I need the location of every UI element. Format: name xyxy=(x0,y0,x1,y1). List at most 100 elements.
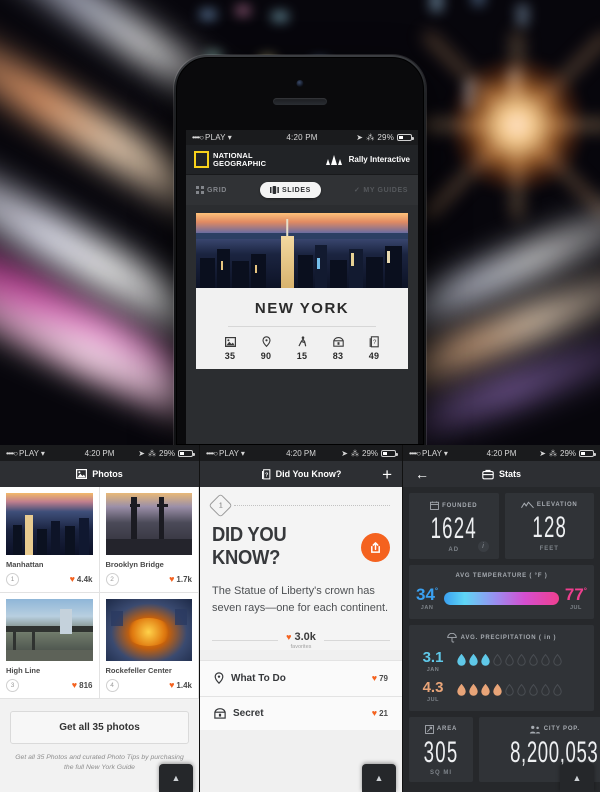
precip-drop-icon xyxy=(541,653,550,668)
briefcase-icon xyxy=(482,469,494,479)
precip-jul-value: 4.3 xyxy=(422,678,444,696)
chest-icon xyxy=(214,708,226,719)
card-question-icon: ? xyxy=(261,468,271,479)
chest-icon xyxy=(320,335,356,348)
carrier-label: PLAY xyxy=(422,448,442,458)
row-label: What To Do xyxy=(231,673,286,685)
city-stat-walks[interactable]: 15 xyxy=(284,335,320,361)
walk-icon xyxy=(284,335,320,348)
temp-low-month: JAN xyxy=(420,604,434,611)
stat-area: AREA 305 SQ MI xyxy=(409,716,474,782)
list-item[interactable]: High Line 3 ♥ 816 xyxy=(0,593,100,699)
card-question-icon: ? xyxy=(356,335,392,348)
did-you-know-screen: ••••○ PLAY ▾ 4:20 PM ➤ ⁂ 29% ? Did You K… xyxy=(199,445,403,792)
city-stat-photos[interactable]: 35 xyxy=(212,335,248,361)
list-item[interactable]: Rockefeller Center 4 ♥ 1.4k xyxy=(99,593,199,699)
signal-dots: ••••○ xyxy=(6,448,18,458)
battery-percent: 29% xyxy=(560,448,577,458)
city-stat-places[interactable]: 90 xyxy=(248,335,284,361)
row-label: Secret xyxy=(233,708,264,720)
precip-drop-icon xyxy=(517,683,526,698)
favorites-count: ♥ 1.7k xyxy=(169,574,192,585)
stats-body: FOUNDED 1624 AD i ELEVATION 128 FEET AVG… xyxy=(403,487,600,788)
scroll-to-top-button[interactable]: ▲ xyxy=(159,764,193,792)
location-arrow-icon: ➤ xyxy=(356,133,364,142)
city-hero-photo xyxy=(196,213,408,288)
photo-thumbnail xyxy=(105,493,192,555)
photo-icon xyxy=(212,335,248,348)
dyk-navbar: ? Did You Know? + xyxy=(200,461,402,487)
divider xyxy=(228,326,376,327)
photo-index: 4 xyxy=(105,679,119,692)
carrier-label: PLAY xyxy=(19,448,39,458)
area-icon xyxy=(425,724,434,734)
info-icon[interactable]: i xyxy=(477,540,489,552)
segment-grid-label: GRID xyxy=(207,186,227,194)
clock-label: 4:20 PM xyxy=(286,448,316,458)
umbrella-icon xyxy=(446,632,457,643)
scroll-to-top-button[interactable]: ▲ xyxy=(362,764,396,792)
photo-thumbnail xyxy=(6,599,93,661)
screenshot-root: ••••○ PLAY ▾ 4:20 PM ➤ ⁂ 29% NATIONAL GE… xyxy=(0,0,600,792)
temp-low: 34° xyxy=(416,584,439,604)
empire-state-building xyxy=(280,236,294,288)
dyk-nav-title: Did You Know? xyxy=(275,469,342,479)
ios-status-bar: ••••○ PLAY ▾ 4:20 PM ➤ ⁂ 29% xyxy=(186,130,418,145)
trees-icon xyxy=(325,154,342,165)
precip-drop-icon xyxy=(517,653,526,668)
stat-temperature: AVG TEMPERATURE ( °F ) 34° JAN 77° JUL xyxy=(409,564,594,619)
brand-line-2: GEOGRAPHIC xyxy=(213,158,267,168)
photo-thumbnail xyxy=(105,599,192,661)
shield-icon: ♥ xyxy=(169,574,175,584)
battery-icon xyxy=(579,449,597,457)
favorites-count: ♥ 4.4k xyxy=(70,575,93,585)
back-arrow-icon[interactable]: ← xyxy=(415,467,429,481)
photos-status-bar: ••••○ PLAY ▾ 4:20 PM ➤ ⁂ 29% xyxy=(0,445,199,461)
city-slide-card[interactable]: NEW YORK 35 90 15 83 ? 49 xyxy=(186,205,418,369)
carrier-label: PLAY xyxy=(205,133,226,142)
national-geographic-logo: NATIONAL GEOGRAPHIC xyxy=(194,151,266,168)
list-item[interactable]: Brooklyn Bridge 2 ♥ 1.7k xyxy=(99,487,199,593)
precip-drop-icon xyxy=(529,653,538,668)
city-stat-facts[interactable]: ? 49 xyxy=(356,335,392,361)
view-mode-segmented-control: GRID SLIDES ✓ MY GUIDES xyxy=(186,175,418,205)
dyk-heading: DID YOU KNOW? xyxy=(212,524,287,569)
shield-icon: ♥ xyxy=(286,631,292,642)
photo-title: Rockefeller Center xyxy=(105,666,172,675)
favorites-count: ♥ 1.4k xyxy=(169,681,192,691)
list-item-secret[interactable]: Secret ♥ 21 xyxy=(200,696,402,731)
row-count: 21 xyxy=(379,709,388,719)
get-all-photos-button[interactable]: Get all 35 photos xyxy=(10,711,189,744)
segment-grid[interactable]: GRID xyxy=(196,186,227,194)
photo-title: Manhattan xyxy=(6,560,44,569)
precip-drop-icon xyxy=(469,683,478,698)
clock-label: 4:20 PM xyxy=(84,448,115,458)
iphone-device: ••••○ PLAY ▾ 4:20 PM ➤ ⁂ 29% NATIONAL GE… xyxy=(174,55,426,445)
precip-drop-icon xyxy=(457,653,466,668)
city-stat-secrets[interactable]: 83 xyxy=(320,335,356,361)
city-info-card: NEW YORK 35 90 15 83 ? 49 xyxy=(196,288,408,369)
share-icon xyxy=(371,541,380,553)
list-item-what-to-do[interactable]: What To Do ♥ 79 xyxy=(200,660,402,697)
scroll-to-top-button[interactable]: ▲ xyxy=(560,764,594,792)
shield-icon: ♥ xyxy=(71,680,78,690)
precip-jul-month: JUL xyxy=(427,696,439,703)
fact-text: The Statue of Liberty's crown has seven … xyxy=(212,585,389,615)
share-button[interactable] xyxy=(361,532,390,562)
fact-favorites: ♥ 3.0k favorites xyxy=(212,631,391,650)
segment-my-guides[interactable]: ✓ MY GUIDES xyxy=(354,186,408,195)
favorites-count: ♥ 816 xyxy=(71,680,93,691)
battery-icon xyxy=(381,449,399,457)
list-item[interactable]: Manhattan 1 ♥ 4.4k xyxy=(0,487,100,593)
stats-status-bar: ••••○ PLAY ▾ 4:20 PM ➤ ⁂ 29% xyxy=(403,445,600,461)
photo-index: 1 xyxy=(6,573,19,586)
row-count: 79 xyxy=(379,674,388,684)
bluetooth-icon: ⁂ xyxy=(366,133,375,142)
add-button[interactable]: + xyxy=(382,466,392,483)
favorites-value: 816 xyxy=(79,681,93,690)
front-camera-icon xyxy=(296,80,304,87)
stat-temperature-header: AVG TEMPERATURE ( °F ) xyxy=(455,572,548,579)
earpiece-speaker xyxy=(273,98,327,105)
segment-slides[interactable]: SLIDES xyxy=(259,182,321,198)
precip-drop-icon xyxy=(553,683,562,698)
